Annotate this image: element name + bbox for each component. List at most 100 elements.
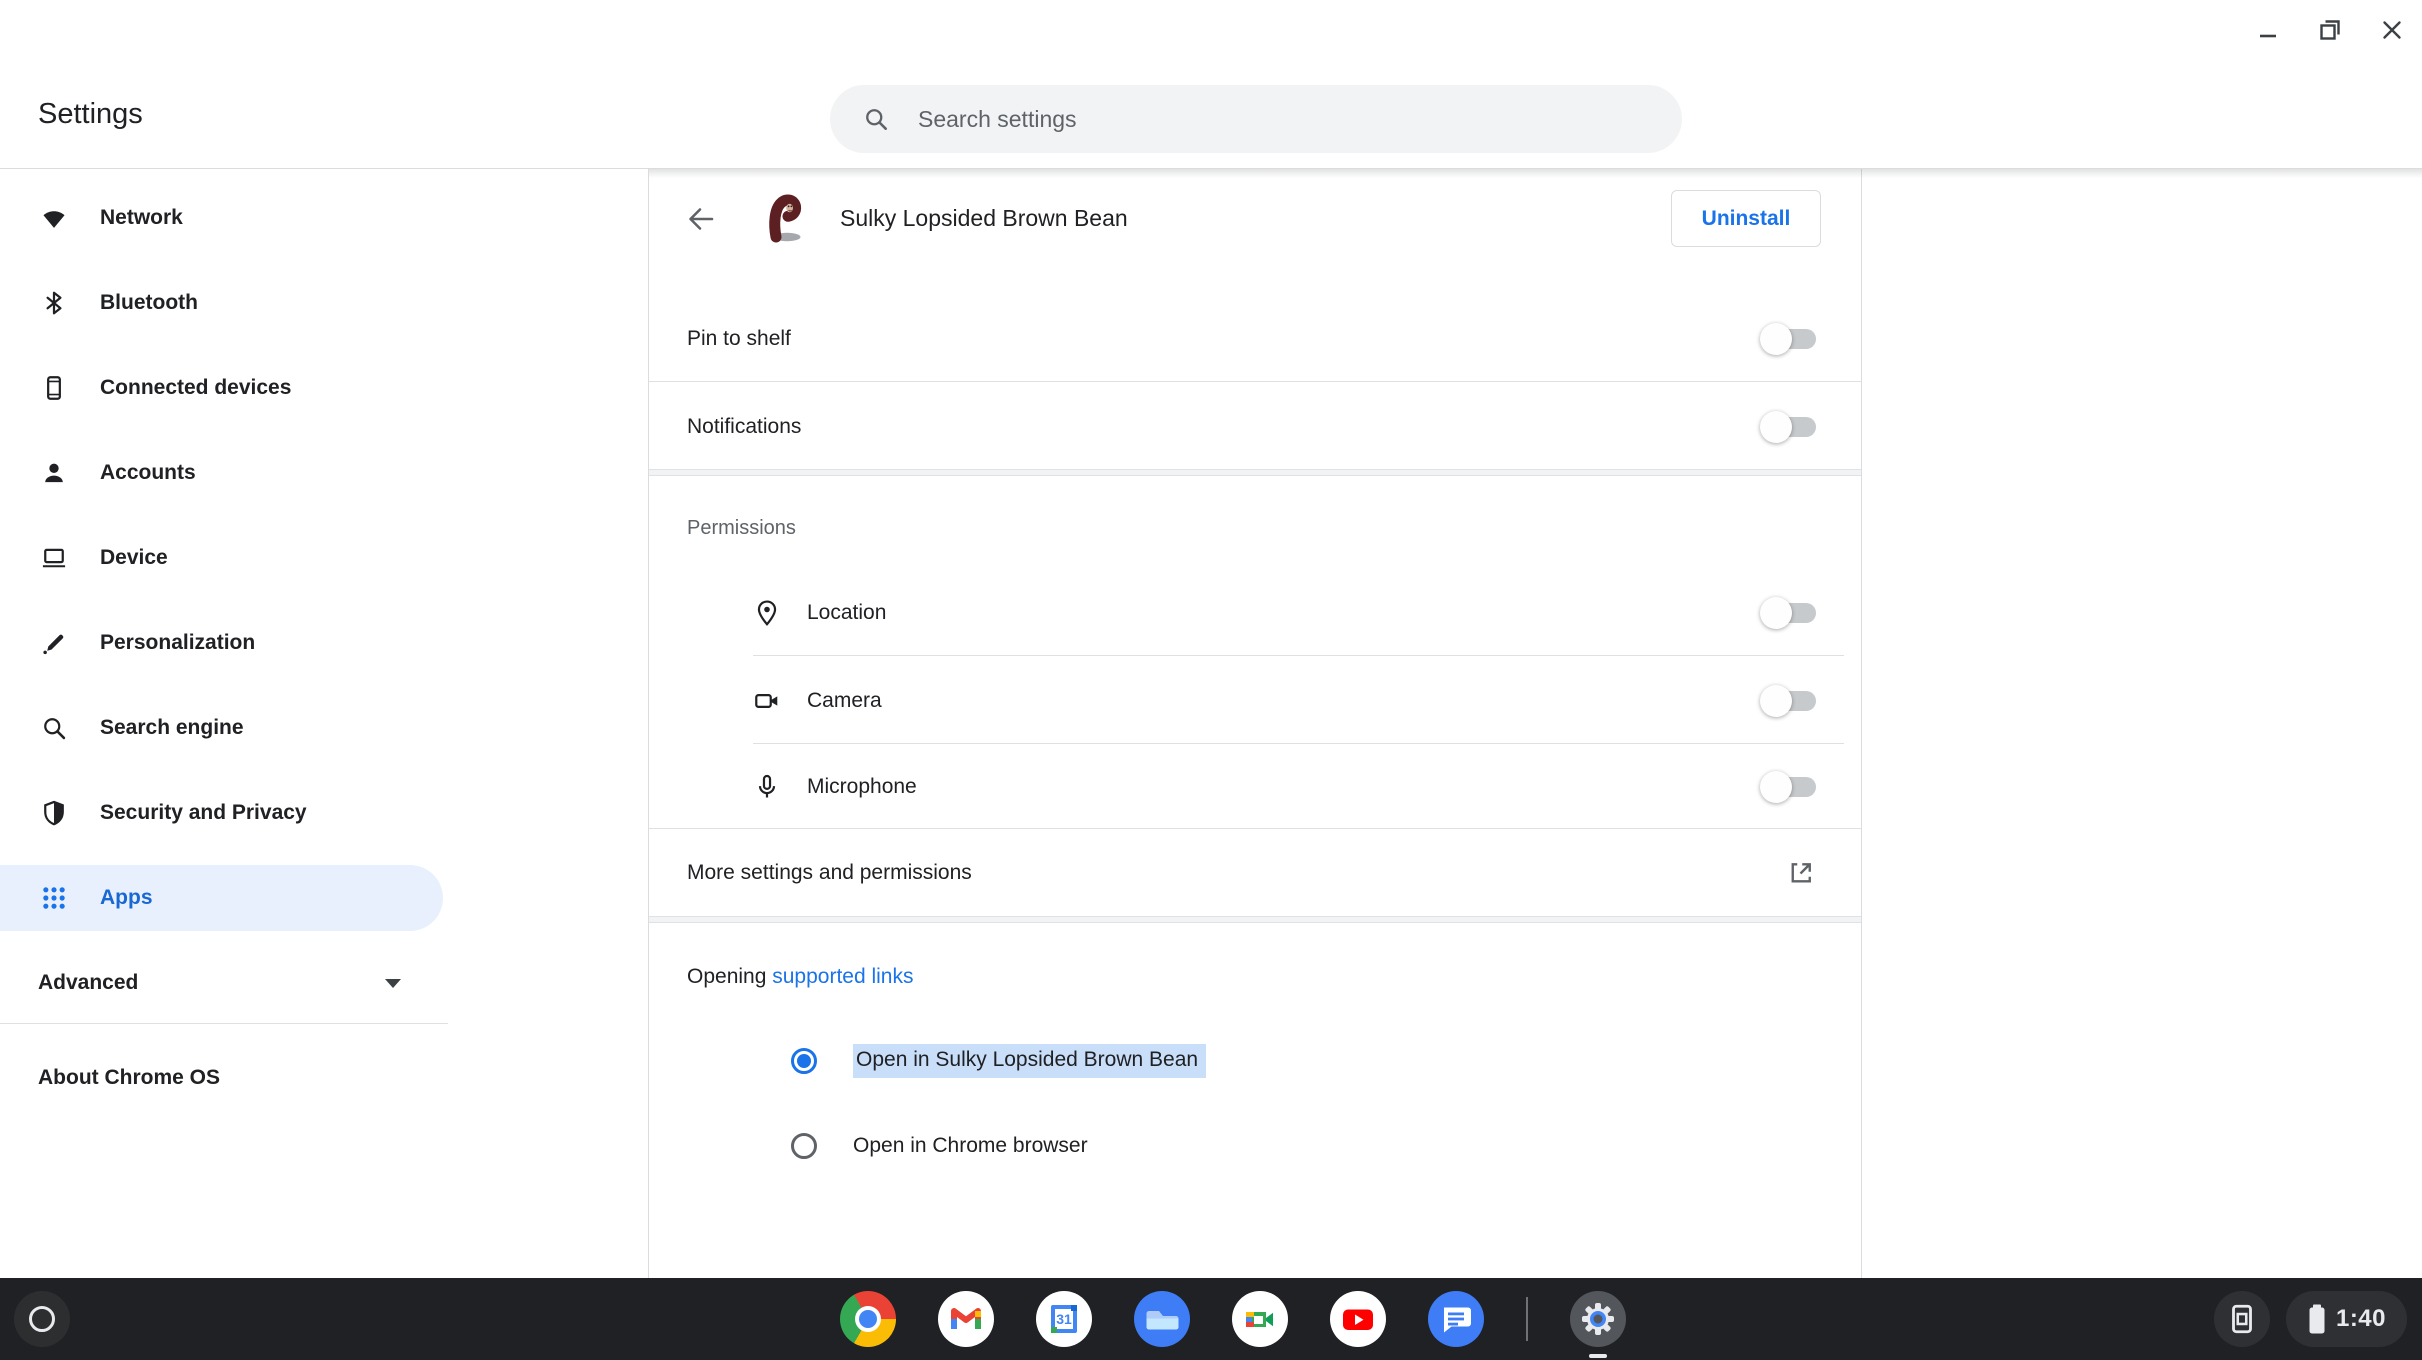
sidebar-divider bbox=[0, 1023, 448, 1024]
about-label: About Chrome OS bbox=[38, 1066, 220, 1089]
files-icon[interactable] bbox=[1134, 1291, 1190, 1347]
toggle-knob bbox=[1760, 597, 1792, 629]
section-divider bbox=[649, 916, 1861, 923]
battery-icon bbox=[2307, 1303, 2327, 1335]
status-tray[interactable]: 1:40 bbox=[2286, 1291, 2407, 1347]
notifications-row[interactable]: Notifications bbox=[649, 385, 1861, 469]
launcher-icon[interactable] bbox=[14, 1291, 70, 1347]
bluetooth-icon bbox=[40, 289, 68, 317]
advanced-label: Advanced bbox=[38, 971, 139, 994]
sidebar-item-device[interactable]: Device bbox=[0, 525, 443, 591]
chrome-core bbox=[859, 1310, 877, 1328]
close-icon[interactable] bbox=[2372, 10, 2412, 50]
camera-permission-row[interactable]: Camera bbox=[649, 661, 1861, 741]
more-settings-label: More settings and permissions bbox=[687, 861, 972, 884]
brush-icon bbox=[40, 629, 68, 657]
location-permission-row[interactable]: Location bbox=[649, 573, 1861, 653]
apps-grid-icon bbox=[40, 884, 68, 912]
back-arrow-icon[interactable] bbox=[679, 197, 723, 241]
sidebar-item-bluetooth[interactable]: Bluetooth bbox=[0, 270, 443, 336]
wifi-icon bbox=[40, 204, 68, 232]
toggle-knob bbox=[1760, 323, 1792, 355]
titlebar: Settings bbox=[0, 0, 2422, 169]
notifications-label: Notifications bbox=[687, 415, 802, 438]
location-toggle[interactable] bbox=[1760, 597, 1816, 629]
toggle-knob bbox=[1760, 771, 1792, 803]
restore-icon[interactable] bbox=[2310, 10, 2350, 50]
laptop-icon bbox=[40, 544, 68, 572]
shelf-apps: 31 bbox=[840, 1291, 1626, 1358]
calendar-icon[interactable]: 31 bbox=[1036, 1291, 1092, 1347]
app-detail-card: Sulky Lopsided Brown Bean Uninstall Pin … bbox=[648, 169, 1862, 1278]
sidebar-item-network[interactable]: Network bbox=[0, 185, 443, 251]
video-camera-icon bbox=[753, 687, 781, 715]
external-link-icon[interactable] bbox=[1786, 858, 1816, 888]
window-controls bbox=[2248, 10, 2412, 50]
radio-selected-icon[interactable] bbox=[791, 1048, 817, 1074]
more-settings-row[interactable]: More settings and permissions bbox=[649, 831, 1861, 915]
uninstall-button[interactable]: Uninstall bbox=[1671, 190, 1821, 247]
sidebar-item-label: Bluetooth bbox=[100, 291, 198, 314]
minimize-icon[interactable] bbox=[2248, 10, 2288, 50]
sidebar-item-label: Apps bbox=[100, 886, 153, 909]
youtube-icon[interactable] bbox=[1330, 1291, 1386, 1347]
pin-to-shelf-toggle[interactable] bbox=[1760, 323, 1816, 355]
sidebar-item-label: Search engine bbox=[100, 716, 244, 739]
settings-gear-icon[interactable] bbox=[1570, 1291, 1626, 1358]
location-pin-icon bbox=[753, 599, 781, 627]
shelf-separator bbox=[1526, 1297, 1528, 1341]
person-icon bbox=[40, 459, 68, 487]
search-icon bbox=[862, 105, 890, 133]
calendar-day: 31 bbox=[1056, 1311, 1072, 1327]
sidebar-item-connected-devices[interactable]: Connected devices bbox=[0, 355, 443, 421]
open-in-chrome-label: Open in Chrome browser bbox=[853, 1134, 1088, 1157]
bean-app-logo bbox=[761, 191, 807, 245]
supported-links-link[interactable]: supported links bbox=[772, 965, 913, 988]
toggle-knob bbox=[1760, 685, 1792, 717]
row-divider bbox=[753, 655, 1844, 656]
toggle-knob bbox=[1760, 411, 1792, 443]
row-divider bbox=[649, 381, 1861, 382]
search-bar[interactable] bbox=[830, 85, 1682, 153]
meet-icon[interactable] bbox=[1232, 1291, 1288, 1347]
row-divider bbox=[753, 743, 1844, 744]
sidebar-item-accounts[interactable]: Accounts bbox=[0, 440, 443, 506]
gmail-icon[interactable] bbox=[938, 1291, 994, 1347]
pin-to-shelf-label: Pin to shelf bbox=[687, 327, 791, 350]
sidebar-item-label: Security and Privacy bbox=[100, 801, 307, 824]
microphone-permission-row[interactable]: Microphone bbox=[649, 747, 1861, 827]
messages-icon[interactable] bbox=[1428, 1291, 1484, 1347]
sidebar-advanced-expander[interactable]: Advanced bbox=[0, 950, 443, 1016]
phone-icon bbox=[40, 374, 68, 402]
sidebar-item-label: Personalization bbox=[100, 631, 256, 654]
sidebar-item-search-engine[interactable]: Search engine bbox=[0, 695, 443, 761]
chrome-icon[interactable] bbox=[840, 1291, 896, 1347]
search-input[interactable] bbox=[916, 104, 1520, 134]
row-divider bbox=[649, 828, 1861, 829]
app-detail-header: Sulky Lopsided Brown Bean Uninstall bbox=[649, 169, 1861, 281]
sidebar-item-label: Accounts bbox=[100, 461, 196, 484]
sidebar-item-label: Device bbox=[100, 546, 168, 569]
sidebar-item-about-chromeos[interactable]: About Chrome OS bbox=[0, 1045, 443, 1111]
sidebar-item-security-privacy[interactable]: Security and Privacy bbox=[0, 780, 443, 846]
chevron-down-icon bbox=[385, 978, 401, 988]
open-in-app-option[interactable]: Open in Sulky Lopsided Brown Bean bbox=[649, 1021, 1861, 1101]
radio-unselected-icon[interactable] bbox=[791, 1133, 817, 1159]
phone-hub-icon[interactable] bbox=[2214, 1291, 2270, 1347]
sidebar-item-personalization[interactable]: Personalization bbox=[0, 610, 443, 676]
sidebar-item-label: Connected devices bbox=[100, 376, 292, 399]
camera-toggle[interactable] bbox=[1760, 685, 1816, 717]
open-in-chrome-option[interactable]: Open in Chrome browser bbox=[649, 1106, 1861, 1186]
microphone-icon bbox=[753, 773, 781, 801]
sidebar-item-apps[interactable]: Apps bbox=[0, 865, 443, 931]
clock-label: 1:40 bbox=[2335, 1305, 2387, 1332]
notifications-toggle[interactable] bbox=[1760, 411, 1816, 443]
shelf: 31 1:40 bbox=[0, 1278, 2422, 1360]
microphone-toggle[interactable] bbox=[1760, 771, 1816, 803]
opening-heading: Opening supported links bbox=[687, 965, 913, 989]
uninstall-label: Uninstall bbox=[1701, 206, 1791, 230]
pin-to-shelf-row[interactable]: Pin to shelf bbox=[649, 299, 1861, 379]
shield-icon bbox=[40, 799, 68, 827]
active-app-indicator bbox=[1589, 1354, 1607, 1358]
launcher-ring bbox=[29, 1306, 55, 1332]
